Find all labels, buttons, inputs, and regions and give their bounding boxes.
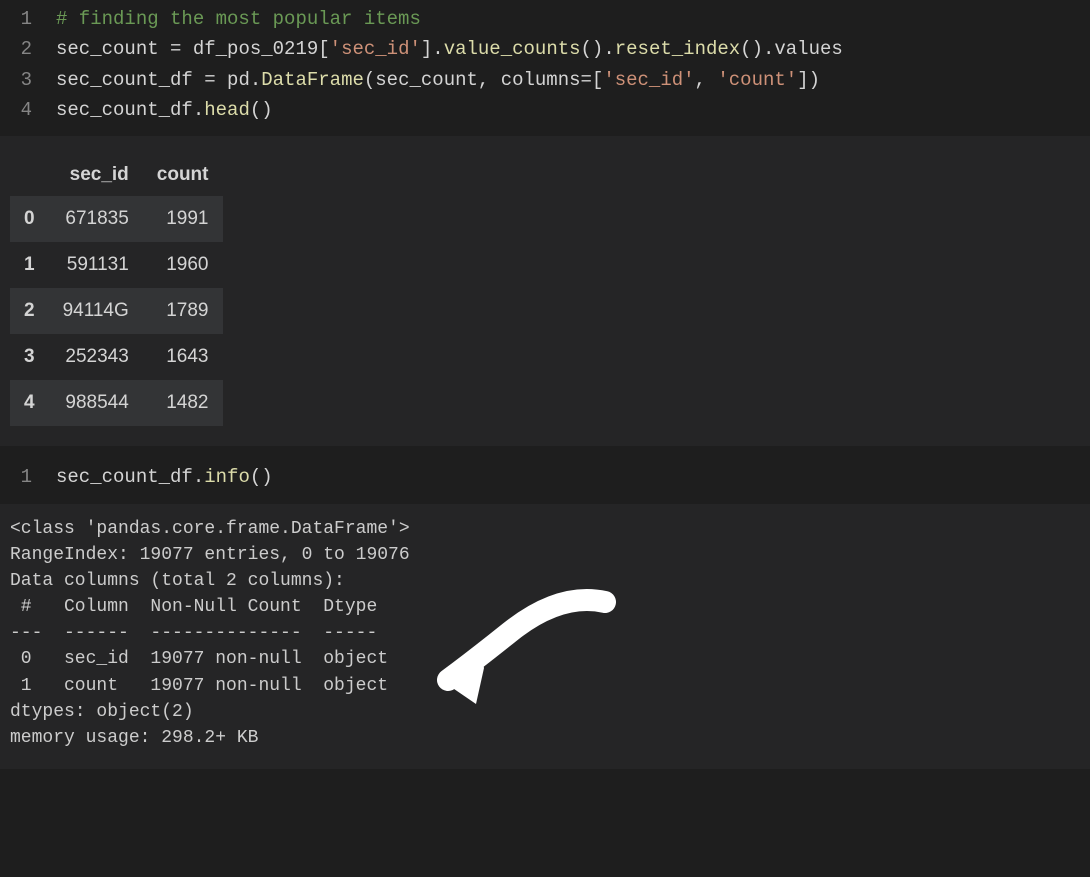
cell-sec-id: 988544 [49,380,143,426]
cell-sec-id: 252343 [49,334,143,380]
cell-sec-id: 591131 [49,242,143,288]
column-header: sec_id [49,154,143,196]
row-index: 0 [10,196,49,242]
column-header: count [143,154,223,196]
line-number: 1 [0,462,56,492]
row-index: 4 [10,380,49,426]
code-line: 1sec_count_df.info() [0,462,1090,492]
table-row: 32523431643 [10,334,223,380]
code-line: 3sec_count_df = pd.DataFrame(sec_count, … [0,65,1090,95]
code-content[interactable]: sec_count_df.info() [56,462,273,492]
row-index: 1 [10,242,49,288]
dataframe-table: sec_id count 067183519911591131196029411… [10,154,223,426]
row-index: 3 [10,334,49,380]
line-number: 4 [0,95,56,125]
row-index: 2 [10,288,49,334]
line-number: 3 [0,65,56,95]
cell-sec-id: 94114G [49,288,143,334]
code-line: 1# finding the most popular items [0,4,1090,34]
info-text: <class 'pandas.core.frame.DataFrame'> Ra… [10,516,1080,751]
cell-count: 1643 [143,334,223,380]
table-row: 49885441482 [10,380,223,426]
code-cell-2[interactable]: 1sec_count_df.info() [0,452,1090,504]
line-number: 1 [0,4,56,34]
info-output: <class 'pandas.core.frame.DataFrame'> Ra… [0,504,1090,769]
code-line: 4sec_count_df.head() [0,95,1090,125]
cell-sec-id: 671835 [49,196,143,242]
code-content[interactable]: sec_count = df_pos_0219['sec_id'].value_… [56,34,843,64]
table-row: 06718351991 [10,196,223,242]
dataframe-output: sec_id count 067183519911591131196029411… [0,136,1090,446]
code-cell-1[interactable]: 1# finding the most popular items2sec_co… [0,0,1090,136]
table-row: 15911311960 [10,242,223,288]
code-line: 2sec_count = df_pos_0219['sec_id'].value… [0,34,1090,64]
cell-count: 1991 [143,196,223,242]
code-content[interactable]: sec_count_df = pd.DataFrame(sec_count, c… [56,65,820,95]
code-content[interactable]: sec_count_df.head() [56,95,273,125]
table-row: 294114G1789 [10,288,223,334]
cell-count: 1960 [143,242,223,288]
cell-count: 1482 [143,380,223,426]
line-number: 2 [0,34,56,64]
code-content[interactable]: # finding the most popular items [56,4,421,34]
cell-count: 1789 [143,288,223,334]
table-corner [10,154,49,196]
